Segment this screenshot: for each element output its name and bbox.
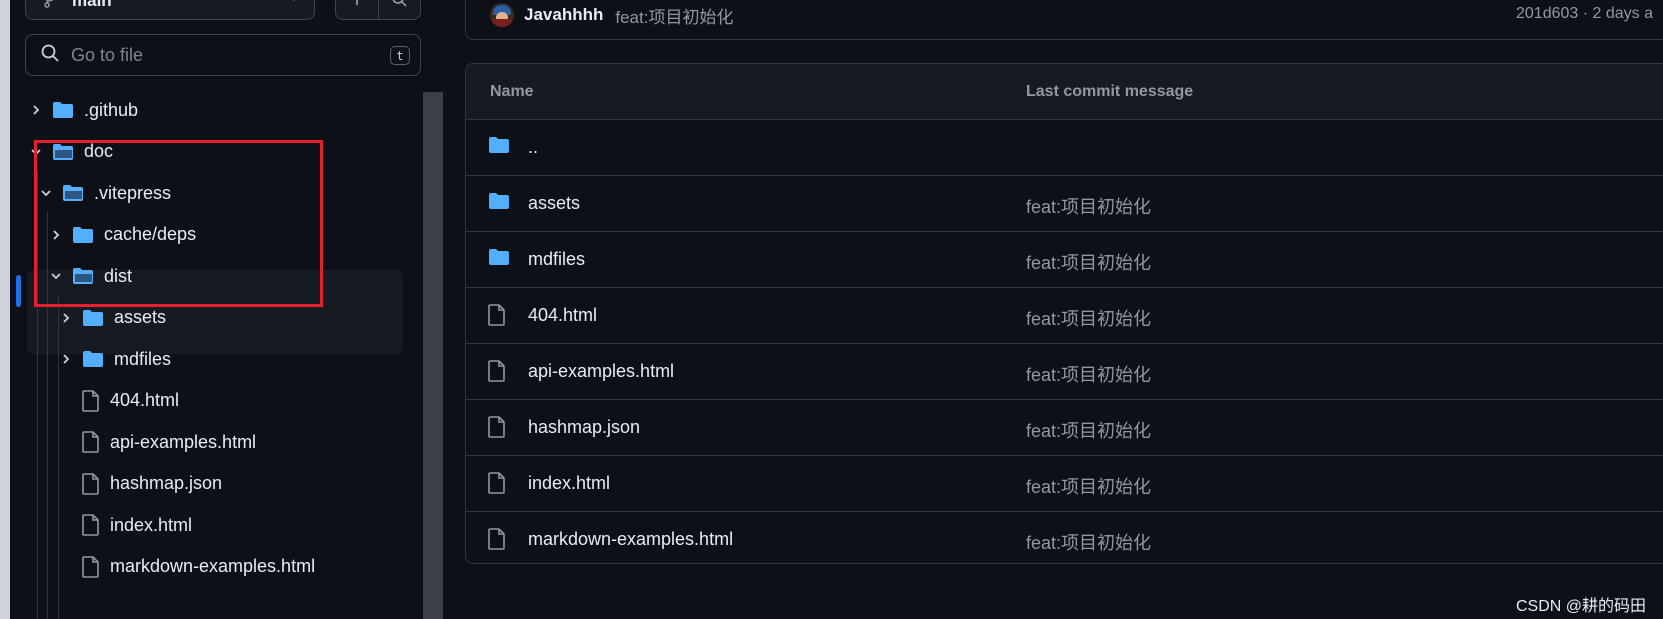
tree-item-label: api-examples.html (110, 431, 257, 452)
latest-commit-bar: Javahhhh feat:项目初始化 201d603 · 2 days a (465, 0, 1663, 40)
add-file-button[interactable] (336, 0, 378, 19)
folder-icon (82, 350, 104, 368)
chevron-right-icon[interactable] (58, 312, 74, 324)
file-icon (488, 416, 506, 443)
tree-item[interactable]: mdfiles (58, 341, 171, 377)
chevron-right-icon[interactable] (28, 104, 44, 116)
table-row[interactable]: markdown-examples.html feat:项目初始化 (466, 512, 1663, 563)
tree-item-label: .github (84, 99, 139, 120)
folder-icon (488, 136, 510, 159)
sidebar-scrollbar[interactable] (423, 92, 443, 619)
commit-message-link[interactable]: feat:项目初始化 (1026, 417, 1151, 443)
selected-item-indicator (16, 275, 21, 307)
git-branch-icon (44, 0, 58, 13)
folder-icon (488, 192, 510, 215)
commit-message-link[interactable]: feat:项目初始化 (1026, 193, 1151, 219)
search-icon (41, 44, 59, 67)
search-icon (391, 0, 407, 12)
folder-icon (488, 248, 510, 271)
tree-toolbar (335, 0, 421, 20)
file-name-link[interactable]: api-examples.html (528, 361, 674, 382)
commit-message-link[interactable]: feat:项目初始化 (1026, 361, 1151, 387)
file-name-link[interactable]: 404.html (528, 305, 597, 326)
commit-message-link[interactable]: feat:项目初始化 (1026, 249, 1151, 275)
chevron-down-icon (288, 0, 300, 9)
tree-item-label: mdfiles (114, 348, 172, 369)
file-icon (488, 304, 506, 331)
tree-item[interactable]: index.html (58, 507, 192, 543)
window-edge (0, 0, 10, 619)
tree-item-label: hashmap.json (110, 473, 223, 493)
file-name-link[interactable]: .. (528, 137, 538, 158)
file-icon (82, 431, 100, 453)
commit-message-link[interactable]: feat:项目初始化 (615, 3, 733, 28)
tree-item[interactable]: .github (28, 92, 138, 128)
table-row[interactable]: hashmap.json feat:项目初始化 (466, 400, 1663, 456)
file-name-link[interactable]: assets (528, 193, 580, 214)
folder-icon (52, 101, 74, 119)
file-icon (488, 472, 506, 499)
file-table: Name Last commit message .. assets feat:项目… (465, 63, 1663, 564)
commit-message-link[interactable]: feat:项目初始化 (1026, 473, 1151, 499)
highlight-annotation-box (34, 140, 323, 307)
file-icon (82, 555, 100, 578)
file-icon (82, 514, 100, 536)
tree-item-label: assets (114, 307, 167, 327)
avatar[interactable] (490, 3, 514, 27)
tree-item-label: 404.html (110, 390, 180, 410)
tree-item-label: markdown-examples.html (110, 556, 316, 576)
file-icon (488, 360, 506, 387)
file-name-link[interactable]: markdown-examples.html (528, 529, 733, 550)
search-placeholder: Go to file (71, 44, 144, 65)
file-name-link[interactable]: mdfiles (528, 249, 585, 270)
table-row[interactable]: 404.html feat:项目初始化 (466, 288, 1663, 344)
tree-item[interactable]: 404.html (58, 383, 179, 419)
tree-item[interactable]: markdown-examples.html (58, 549, 315, 585)
folder-icon (82, 309, 104, 327)
tree-item-label: index.html (110, 514, 193, 535)
file-icon (82, 472, 100, 495)
commit-meta[interactable]: 201d603 · 2 days a (1516, 5, 1653, 23)
file-icon (488, 528, 506, 555)
commit-message-link[interactable]: feat:项目初始化 (1026, 305, 1151, 331)
commit-message-link[interactable]: feat:项目初始化 (1026, 529, 1151, 555)
tree-item[interactable]: hashmap.json (58, 466, 222, 502)
file-table-header: Name Last commit message (466, 64, 1663, 120)
go-to-file-input[interactable]: Go to file t (25, 34, 421, 76)
keyboard-shortcut-hint: t (390, 46, 410, 65)
commit-author-link[interactable]: Javahhhh (524, 5, 603, 25)
chevron-right-icon[interactable] (58, 353, 74, 365)
table-row[interactable]: mdfiles feat:项目初始化 (466, 232, 1663, 288)
file-icon (82, 389, 100, 412)
column-header-name: Name (490, 82, 534, 100)
table-row[interactable]: .. (466, 120, 1663, 176)
file-name-link[interactable]: hashmap.json (528, 417, 640, 438)
search-code-button[interactable] (377, 0, 421, 19)
table-row[interactable]: assets feat:项目初始化 (466, 176, 1663, 232)
branch-label: main (72, 0, 112, 10)
branch-selector-button[interactable]: main (25, 0, 315, 20)
watermark: CSDN @耕的码田 (1516, 598, 1647, 615)
table-row[interactable]: api-examples.html feat:项目初始化 (466, 344, 1663, 400)
plus-icon (349, 0, 365, 12)
table-row[interactable]: index.html feat:项目初始化 (466, 456, 1663, 512)
file-name-link[interactable]: index.html (528, 473, 610, 494)
column-header-message: Last commit message (1026, 82, 1194, 100)
tree-item[interactable]: api-examples.html (58, 424, 256, 460)
